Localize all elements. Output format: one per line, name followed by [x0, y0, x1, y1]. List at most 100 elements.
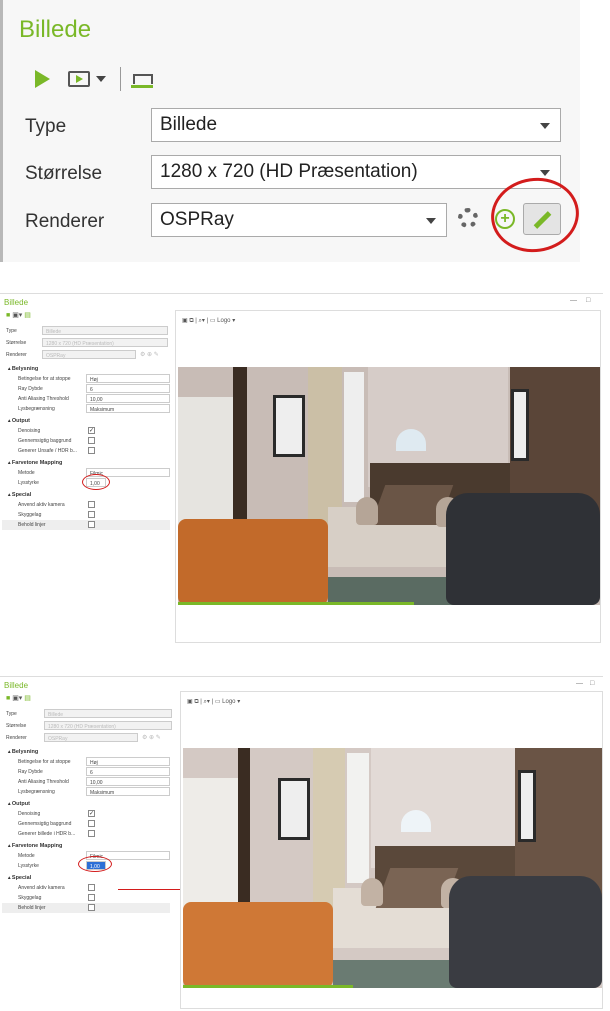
chevron-down-icon — [426, 218, 436, 224]
stop-select[interactable]: Høj — [86, 374, 170, 383]
size-label: Størrelse — [6, 340, 27, 346]
zoomed-billede-panel: Billede Type Billede Størrelse 1280 x 72… — [0, 0, 584, 262]
shadow-checkbox[interactable] — [88, 511, 95, 518]
panel-title: Billede — [4, 298, 29, 307]
type-select[interactable]: Billede — [151, 108, 561, 142]
toolbar-divider — [120, 67, 121, 91]
section-belysning[interactable]: Belysning — [2, 364, 38, 374]
aa-input[interactable]: 10,00 — [86, 394, 170, 403]
shadow-label: Skyggelag — [18, 512, 42, 518]
depth-input[interactable]: 6 — [86, 384, 170, 393]
video-render-icon[interactable]: ▣▾ — [12, 312, 22, 319]
type-select[interactable]: Billede — [42, 326, 168, 335]
section-output[interactable]: Output — [2, 416, 30, 426]
zoom-icon[interactable]: ⌕▾ — [199, 318, 205, 324]
depth-label: Ray Dybde — [18, 769, 43, 775]
section-special[interactable]: Special — [2, 490, 31, 500]
copy-icon[interactable]: ⧉ — [194, 699, 198, 705]
brightness-label: Lysstyrke — [18, 863, 39, 869]
light-select[interactable]: Maksimum — [86, 404, 170, 413]
transparent-label: Gennemsigtig baggrund — [18, 821, 72, 827]
camera-checkbox[interactable] — [88, 501, 95, 508]
save-icon[interactable]: ▣ — [182, 318, 188, 324]
play-icon[interactable]: ■ — [6, 695, 10, 702]
billede-panel-before: Billede — □ ■ ▣▾ ▤ Type Billede Størrelse… — [0, 293, 603, 645]
video-render-icon[interactable] — [68, 71, 90, 87]
image-icon[interactable] — [131, 70, 153, 88]
lines-label: Behold linjer — [18, 522, 46, 528]
aa-input[interactable]: 10,00 — [86, 777, 170, 786]
camera-label: Anvend aktiv kamera — [18, 502, 65, 508]
gear-icon[interactable] — [458, 208, 478, 228]
denoise-checkbox[interactable]: ✓ — [88, 427, 95, 434]
chevron-down-icon[interactable] — [96, 76, 106, 82]
light-label: Lysbegrænsning — [18, 789, 55, 795]
render-image — [183, 748, 602, 988]
section-tone-mapping[interactable]: Farvetone Mapping — [2, 458, 62, 468]
shadow-label: Skyggelag — [18, 895, 42, 901]
image-icon[interactable]: ▤ — [24, 695, 31, 702]
close-icon[interactable]: □ — [590, 680, 594, 687]
size-select[interactable]: 1280 x 720 (HD Præsentation) — [42, 338, 168, 347]
zoom-icon[interactable]: ⌕▾ — [204, 699, 210, 705]
image-icon[interactable]: ▤ — [24, 312, 31, 319]
camera-checkbox[interactable] — [88, 884, 95, 891]
logo-label: Logo — [222, 699, 236, 705]
minimize-icon[interactable]: — — [576, 680, 583, 687]
type-select[interactable]: Billede — [44, 709, 172, 718]
play-icon[interactable] — [35, 70, 50, 88]
transparent-checkbox[interactable] — [88, 437, 95, 444]
shadow-checkbox[interactable] — [88, 894, 95, 901]
section-tone-mapping[interactable]: Farvetone Mapping — [2, 841, 62, 851]
renderer-label: Renderer — [6, 352, 27, 358]
video-render-icon[interactable]: ▣▾ — [12, 695, 22, 702]
renderer-select[interactable]: OSPRay — [151, 203, 447, 237]
type-label: Type — [6, 711, 17, 717]
denoise-label: Denoising — [18, 428, 41, 434]
renderer-select[interactable]: OSPRay — [42, 350, 136, 359]
hdr-checkbox[interactable] — [88, 830, 95, 837]
viewer-toolbar: ▣ ⧉ | ⌕▾ | ▭ Logo ▾ — [187, 699, 241, 705]
method-label: Metode — [18, 853, 35, 859]
stop-label: Betingelse for at stoppe — [18, 376, 71, 382]
gear-icon[interactable]: ⚙ ⊕ ✎ — [140, 350, 159, 360]
hdr-checkbox[interactable] — [88, 447, 95, 454]
logo-button[interactable]: ▭ Logo ▾ — [215, 699, 240, 705]
hdr-label: Generer Unsafe / HDR b... — [18, 448, 77, 454]
section-output[interactable]: Output — [2, 799, 30, 809]
hdr-label: Generer billede i HDR b... — [18, 831, 76, 837]
size-select[interactable]: 1280 x 720 (HD Præsentation) — [151, 155, 561, 189]
play-icon[interactable]: ■ — [6, 312, 10, 319]
minimize-icon[interactable]: — — [570, 297, 577, 304]
denoise-label: Denoising — [18, 811, 41, 817]
aa-label: Anti Aliasing Threshold — [18, 396, 69, 402]
camera-label: Anvend aktiv kamera — [18, 885, 65, 891]
renderer-select-value: OSPRay — [160, 209, 234, 230]
lines-checkbox[interactable] — [88, 521, 95, 528]
depth-input[interactable]: 6 — [86, 767, 170, 776]
logo-button[interactable]: ▭ Logo ▾ — [210, 318, 235, 324]
logo-label: Logo — [217, 318, 231, 324]
light-label: Lysbegrænsning — [18, 406, 55, 412]
renderer-select[interactable]: OSPRay — [44, 733, 138, 742]
close-icon[interactable]: □ — [586, 297, 590, 304]
transparent-checkbox[interactable] — [88, 820, 95, 827]
size-select[interactable]: 1280 x 720 (HD Præsentation) — [44, 721, 172, 730]
chevron-down-icon — [540, 170, 550, 176]
section-special[interactable]: Special — [2, 873, 31, 883]
light-select[interactable]: Maksimum — [86, 787, 170, 796]
stop-select[interactable]: Høj — [86, 757, 170, 766]
render-toolbar — [35, 64, 153, 94]
lines-checkbox[interactable] — [88, 904, 95, 911]
denoise-checkbox[interactable]: ✓ — [88, 810, 95, 817]
image-icon: ▭ — [209, 318, 216, 324]
lines-label: Behold linjer — [18, 905, 46, 911]
gear-icon[interactable]: ⚙ ⊕ ✎ — [142, 733, 161, 743]
copy-icon[interactable]: ⧉ — [189, 318, 193, 324]
section-belysning[interactable]: Belysning — [2, 747, 38, 757]
size-select-value: 1280 x 720 (HD Præsentation) — [160, 161, 418, 182]
panel-title: Billede — [19, 16, 92, 43]
stop-label: Betingelse for at stoppe — [18, 759, 71, 765]
save-icon[interactable]: ▣ — [187, 699, 193, 705]
annotation-arrow — [118, 886, 190, 892]
